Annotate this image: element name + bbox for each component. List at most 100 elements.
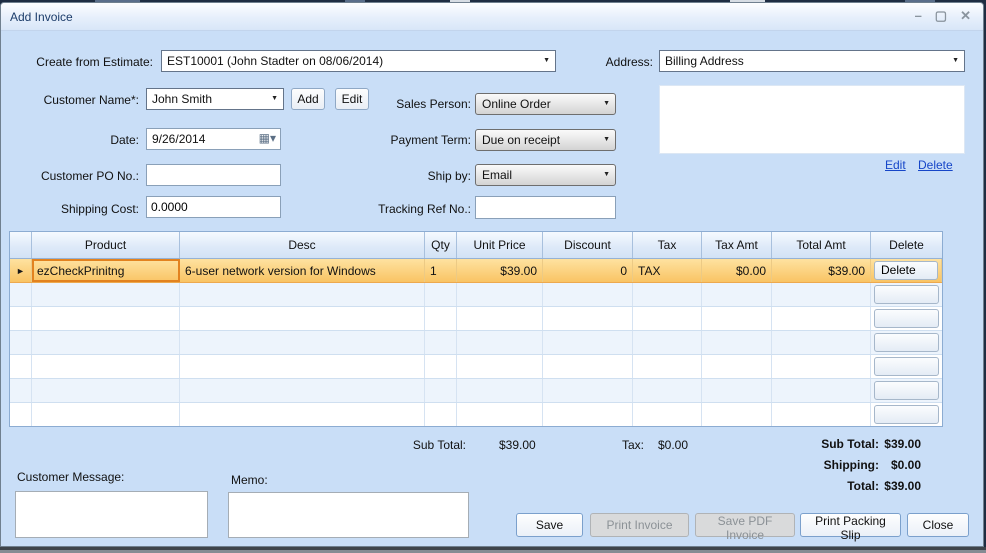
cell-tax[interactable]: TAX — [633, 259, 702, 282]
line-items-grid: Product Desc Qty Unit Price Discount Tax… — [9, 231, 943, 427]
sales-person-select[interactable]: Online Order ▼ — [475, 93, 616, 115]
print-invoice-button[interactable]: Print Invoice — [590, 513, 689, 537]
cell-unit-price[interactable]: $39.00 — [457, 259, 543, 282]
edit-customer-button[interactable]: Edit — [335, 88, 369, 110]
ship-by-value: Email — [482, 168, 513, 182]
delete-row-button[interactable]: Delete — [874, 261, 938, 280]
dialog-title: Add Invoice — [10, 10, 73, 24]
table-row-empty[interactable] — [10, 331, 942, 355]
col-header-tax[interactable]: Tax — [633, 232, 702, 258]
date-picker[interactable]: 9/26/2014 ▦▾ — [146, 128, 281, 150]
close-button[interactable]: Close — [907, 513, 969, 537]
delete-row-button[interactable] — [874, 333, 939, 352]
cell-delete: Delete — [871, 259, 942, 282]
col-header-discount[interactable]: Discount — [543, 232, 633, 258]
customer-po-label: Customer PO No.: — [40, 169, 139, 183]
summary-shipping-value: $0.00 — [890, 458, 921, 472]
maximize-icon[interactable]: ▢ — [935, 8, 947, 24]
center-tax-value: $0.00 — [658, 438, 689, 452]
col-header-qty[interactable]: Qty — [425, 232, 457, 258]
cell-discount[interactable]: 0 — [543, 259, 633, 282]
table-row-empty[interactable] — [10, 403, 942, 426]
window-controls: – ▢ ✕ — [915, 8, 971, 24]
row-selector-arrow-icon: ► — [16, 265, 25, 276]
tracking-ref-input[interactable] — [475, 196, 616, 219]
table-row-empty[interactable] — [10, 355, 942, 379]
create-from-estimate-value: EST10001 (John Stadter on 08/06/2014) — [167, 54, 384, 68]
delete-row-button[interactable] — [874, 285, 939, 304]
address-value: Billing Address — [665, 54, 744, 68]
col-header-total-amt[interactable]: Total Amt — [772, 232, 871, 258]
create-from-estimate-select[interactable]: EST10001 (John Stadter on 08/06/2014) ▼ — [161, 50, 556, 72]
col-header-tax-amt[interactable]: Tax Amt — [702, 232, 772, 258]
table-row-selected[interactable]: ► ezCheckPrinitng 6-user network version… — [10, 259, 942, 283]
chevron-down-icon: ▼ — [603, 171, 610, 179]
address-delete-link[interactable]: Delete — [918, 158, 953, 172]
memo-label: Memo: — [231, 473, 268, 487]
summary-total-value: $39.00 — [884, 479, 921, 493]
cell-qty[interactable]: 1 — [425, 259, 457, 282]
delete-row-button[interactable] — [874, 309, 939, 328]
table-row-empty[interactable] — [10, 283, 942, 307]
center-subtotal-value: $39.00 — [499, 438, 536, 452]
table-row-empty[interactable] — [10, 307, 942, 331]
title-bar[interactable]: Add Invoice – ▢ ✕ — [1, 3, 983, 31]
customer-name-select[interactable]: John Smith ▼ — [146, 88, 284, 110]
ship-by-select[interactable]: Email ▼ — [475, 164, 616, 186]
table-row-empty[interactable] — [10, 379, 942, 403]
chevron-down-icon: ▼ — [271, 95, 278, 103]
col-header-delete[interactable]: Delete — [871, 232, 942, 258]
summary-shipping-label: Shipping: — [823, 458, 879, 472]
screen: Add Invoice – ▢ ✕ Create from Estimate: … — [0, 0, 986, 553]
customer-message-label: Customer Message: — [17, 470, 125, 484]
memo-input[interactable] — [228, 492, 469, 538]
customer-name-value: John Smith — [152, 92, 213, 106]
shipping-cost-input[interactable] — [146, 196, 281, 218]
save-button[interactable]: Save — [516, 513, 583, 537]
delete-row-button[interactable] — [874, 357, 939, 376]
cell-tax-amt[interactable]: $0.00 — [702, 259, 772, 282]
summary-subtotal-value: $39.00 — [884, 437, 921, 451]
customer-name-label: Customer Name*: — [43, 93, 139, 107]
chevron-down-icon: ▼ — [543, 57, 550, 65]
payment-term-select[interactable]: Due on receipt ▼ — [475, 129, 616, 151]
cell-product[interactable]: ezCheckPrinitng — [32, 259, 180, 282]
delete-row-button[interactable] — [874, 405, 939, 424]
row-selector-header — [10, 232, 32, 258]
col-header-desc[interactable]: Desc — [180, 232, 425, 258]
calendar-icon[interactable]: ▦▾ — [259, 131, 276, 145]
address-text-box[interactable] — [659, 85, 965, 154]
summary-total-label: Total: — [847, 479, 879, 493]
cell-desc[interactable]: 6-user network version for Windows — [180, 259, 425, 282]
chevron-down-icon: ▼ — [952, 57, 959, 65]
sales-person-label: Sales Person: — [396, 97, 471, 111]
print-packing-slip-button[interactable]: Print Packing Slip — [800, 513, 901, 542]
close-icon[interactable]: ✕ — [960, 8, 971, 24]
customer-po-input[interactable] — [146, 164, 281, 186]
grid-header-row: Product Desc Qty Unit Price Discount Tax… — [10, 232, 942, 259]
cell-total-amt[interactable]: $39.00 — [772, 259, 871, 282]
address-label: Address: — [605, 55, 653, 69]
delete-row-button[interactable] — [874, 381, 939, 400]
payment-term-value: Due on receipt — [482, 133, 561, 147]
col-header-unit-price[interactable]: Unit Price — [457, 232, 543, 258]
add-customer-button[interactable]: Add — [291, 88, 325, 110]
summary-subtotal-label: Sub Total: — [821, 437, 879, 451]
date-value: 9/26/2014 — [152, 132, 206, 146]
tracking-ref-label: Tracking Ref No.: — [378, 202, 471, 216]
minimize-icon[interactable]: – — [915, 8, 922, 24]
create-from-estimate-label: Create from Estimate: — [36, 55, 153, 69]
chevron-down-icon: ▼ — [603, 100, 610, 108]
save-pdf-invoice-button[interactable]: Save PDF Invoice — [695, 513, 795, 542]
col-header-product[interactable]: Product — [32, 232, 180, 258]
row-selector-cell[interactable]: ► — [10, 259, 32, 282]
center-subtotal-label: Sub Total: — [412, 438, 466, 452]
date-label: Date: — [110, 133, 139, 147]
customer-message-input[interactable] — [15, 491, 208, 538]
payment-term-label: Payment Term: — [390, 133, 471, 147]
ship-by-label: Ship by: — [427, 169, 471, 183]
address-select[interactable]: Billing Address ▼ — [659, 50, 965, 72]
add-invoice-dialog: Add Invoice – ▢ ✕ Create from Estimate: … — [0, 2, 984, 547]
center-tax-label: Tax: — [621, 438, 644, 452]
address-edit-link[interactable]: Edit — [885, 158, 906, 172]
